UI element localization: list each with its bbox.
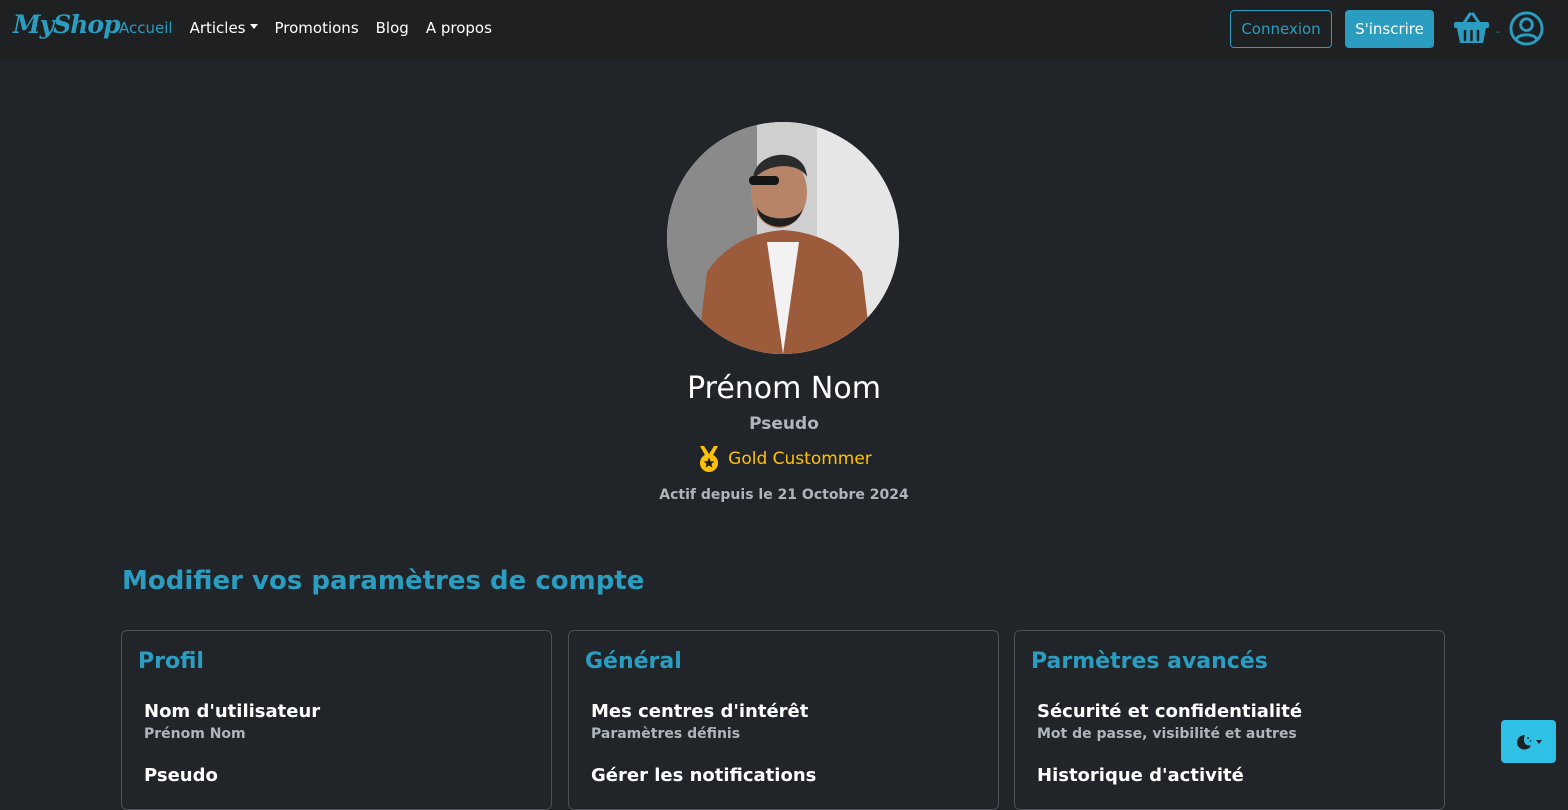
card-title: Profil [138,649,204,674]
badge-label: Gold Custommer [728,449,872,469]
settings-card-profil: Profil Nom d'utilisateur Prénom Nom Pseu… [121,630,552,810]
setting-item-subtitle: Prénom Nom [144,726,246,742]
settings-card-general: Général Mes centres d'intérêt Paramètres… [568,630,999,810]
nav-item-a-propos[interactable]: A propos [426,19,492,37]
setting-item-title: Pseudo [144,765,218,786]
profile-full-name: Prénom Nom [687,371,881,406]
basket-icon[interactable] [1453,12,1490,44]
top-navbar: MyShop Accueil Articles Promotions Blog … [0,0,1568,60]
setting-item-subtitle: Paramètres définis [591,726,741,742]
setting-item-title: Sécurité et confidentialité [1037,701,1303,722]
medal-icon [700,446,719,472]
setting-item-notifications[interactable]: Gérer les notifications [591,765,816,786]
settings-title: Modifier vos paramètres de compte [122,566,645,596]
nav-item-articles-label: Articles [189,19,246,37]
nav-item-blog[interactable]: Blog [376,19,409,37]
avatar [667,122,899,354]
setting-item-title: Mes centres d'intérêt [591,701,809,722]
login-button[interactable]: Connexion [1230,10,1332,48]
setting-item-subtitle: Mot de passe, visibilité et autres [1037,726,1297,742]
theme-toggle-button[interactable] [1501,720,1556,763]
caret-down-icon [249,24,258,29]
status-badge: Gold Custommer [0,445,1568,473]
nav-links: Accueil Articles Promotions Blog A propo… [119,19,509,37]
caret-down-icon [1536,739,1542,744]
setting-item-activity-history[interactable]: Historique d'activité [1037,765,1244,786]
cart-count: - [1496,27,1500,38]
avatar-photo [667,122,899,354]
user-circle-icon[interactable] [1509,11,1544,46]
settings-card-advanced: Parmètres avancés Sécurité et confidenti… [1014,630,1445,810]
profile-pseudo: Pseudo [749,414,819,434]
card-title: Parmètres avancés [1031,649,1268,674]
nav-item-accueil[interactable]: Accueil [119,19,173,37]
setting-item-security[interactable]: Sécurité et confidentialité Mot de passe… [1037,701,1302,742]
setting-item-username[interactable]: Nom d'utilisateur Prénom Nom [144,701,320,742]
setting-item-title: Nom d'utilisateur [144,701,321,722]
moon-stars-icon [1517,734,1532,749]
active-since: Actif depuis le 21 Octobre 2024 [659,487,909,503]
card-title: Général [585,649,682,674]
nav-item-articles[interactable]: Articles [190,19,258,37]
nav-item-promotions[interactable]: Promotions [275,19,359,37]
setting-item-pseudo[interactable]: Pseudo [144,765,218,786]
brand-logo[interactable]: MyShop [13,10,121,39]
setting-item-interests[interactable]: Mes centres d'intérêt Paramètres définis [591,701,808,742]
signup-button[interactable]: S'inscrire [1345,10,1434,48]
setting-item-title: Historique d'activité [1037,765,1244,786]
setting-item-title: Gérer les notifications [591,765,817,786]
